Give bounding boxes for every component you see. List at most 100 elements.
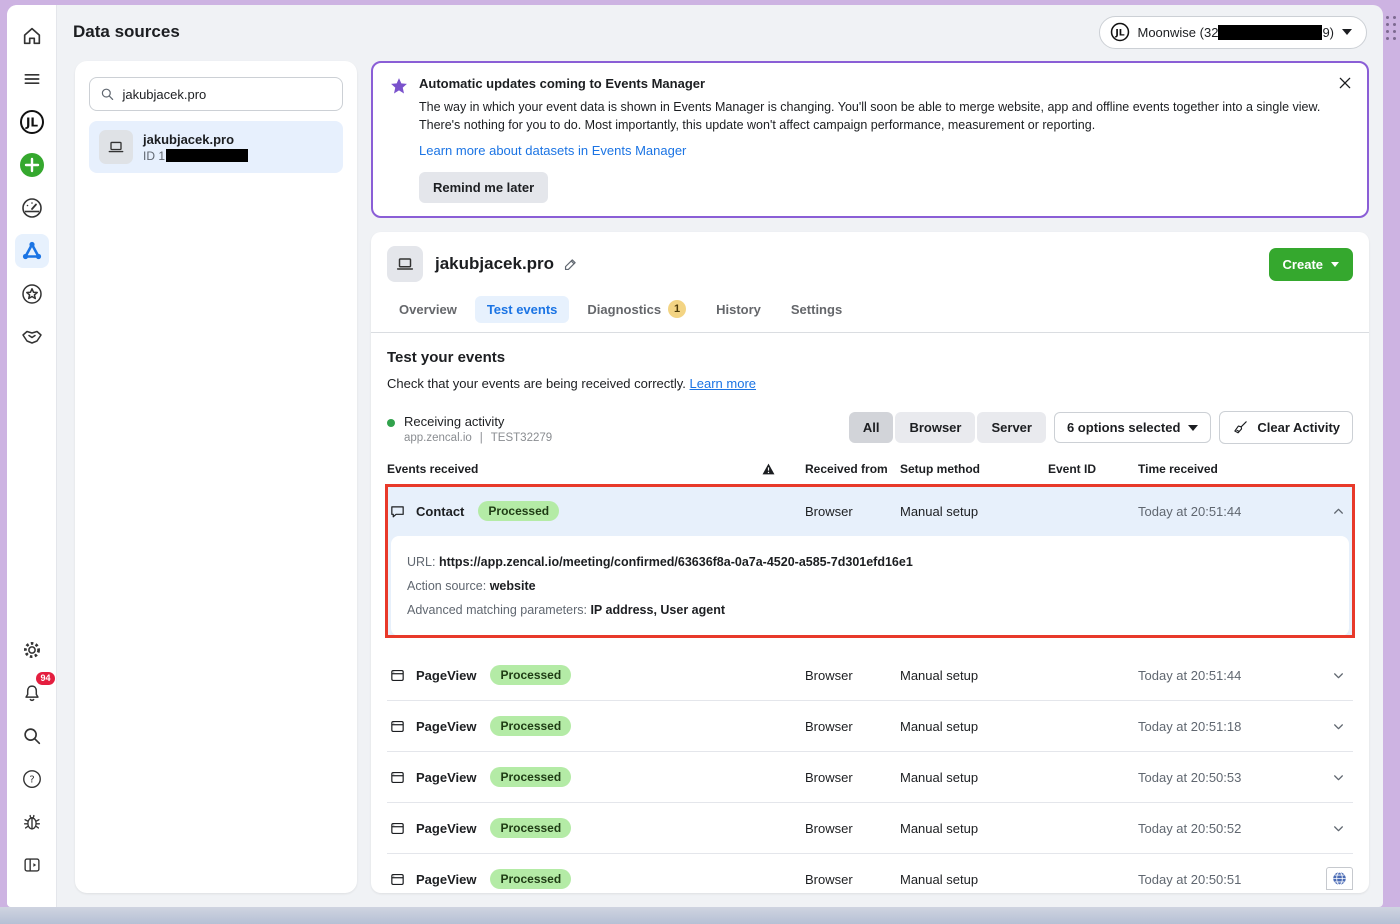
tab-bar: Overview Test events Diagnostics1 Histor… (371, 292, 1369, 333)
tab-settings[interactable]: Settings (779, 296, 854, 323)
star-circle-icon[interactable] (15, 277, 49, 311)
status-dot (387, 419, 395, 427)
event-row[interactable]: PageView Processed Browser Manual setup … (387, 701, 1353, 751)
browser-window-icon (389, 871, 406, 888)
home-icon[interactable] (15, 19, 49, 53)
page-title: Data sources (73, 22, 180, 42)
bug-report-icon[interactable] (15, 805, 49, 839)
setup-method-value: Manual setup (900, 504, 1048, 519)
chevron-down-icon[interactable] (1323, 771, 1353, 784)
clear-activity-button[interactable]: Clear Activity (1219, 411, 1353, 444)
event-row[interactable]: PageView Processed Browser Manual setup … (387, 650, 1353, 700)
time-received-value: Today at 20:50:53 (1138, 770, 1323, 785)
search-rail-icon[interactable] (15, 719, 49, 753)
laptop-icon (387, 246, 423, 282)
create-caret-icon (1331, 262, 1339, 267)
learn-more-link[interactable]: Learn more (690, 376, 756, 391)
status-badge: Processed (490, 767, 571, 787)
tab-overview[interactable]: Overview (387, 296, 469, 323)
redaction-bar (1218, 25, 1322, 40)
svg-text:JL: JL (24, 116, 37, 130)
events-table-rows: Contact Processed Browser Manual setup T… (387, 486, 1353, 893)
status-badge: Processed (490, 818, 571, 838)
pixel-name: jakubjacek.pro (435, 254, 554, 274)
options-dropdown[interactable]: 6 options selected (1054, 412, 1211, 443)
event-name: Contact (416, 504, 464, 519)
filter-browser-button[interactable]: Browser (895, 412, 975, 443)
time-received-value: Today at 20:51:18 (1138, 719, 1323, 734)
globe-status-icon[interactable] (1326, 867, 1353, 890)
remind-me-later-button[interactable]: Remind me later (419, 172, 548, 203)
dashboard-gauge-icon[interactable] (15, 191, 49, 225)
filter-all-button[interactable]: All (849, 412, 894, 443)
banner-learn-more-link[interactable]: Learn more about datasets in Events Mana… (419, 143, 686, 158)
event-row[interactable]: PageView Processed Browser Manual setup … (387, 854, 1353, 893)
receiving-activity-source: app.zencal.io|TEST32279 (404, 432, 552, 444)
received-from-value: Browser (805, 770, 900, 785)
business-account-name: Moonwise (329) (1138, 25, 1335, 40)
svg-text:?: ? (29, 775, 34, 786)
settings-gear-icon[interactable] (15, 633, 49, 667)
events-table: Events received Received from Setup meth… (371, 456, 1369, 893)
browser-window-icon (389, 718, 406, 735)
event-row[interactable]: PageView Processed Browser Manual setup … (387, 803, 1353, 853)
tab-diagnostics[interactable]: Diagnostics1 (575, 294, 698, 324)
desktop-bottom-strip (0, 907, 1400, 924)
filter-segment: All Browser Server (849, 412, 1046, 443)
add-icon[interactable] (15, 148, 49, 182)
search-box[interactable] (89, 77, 343, 111)
topbar: Data sources JL Moonwise (329) (57, 5, 1383, 59)
received-from-value: Browser (805, 504, 900, 519)
chevron-down-icon[interactable] (1323, 822, 1353, 835)
setup-method-value: Manual setup (900, 668, 1048, 683)
close-icon[interactable] (1337, 75, 1353, 91)
create-button[interactable]: Create (1269, 248, 1353, 281)
laptop-icon (99, 130, 133, 164)
data-source-list-item[interactable]: jakubjacek.pro ID 1 (89, 121, 343, 173)
account-caret-icon (1342, 29, 1352, 35)
search-input[interactable] (122, 87, 332, 102)
notifications-bell-icon[interactable]: 94 (15, 676, 49, 710)
status-badge: Processed (490, 869, 571, 889)
tab-test-events[interactable]: Test events (475, 296, 570, 323)
broom-icon (1232, 419, 1249, 436)
event-row-container: PageView Processed Browser Manual setup … (387, 854, 1353, 893)
edit-pencil-icon[interactable] (562, 256, 579, 273)
menu-icon[interactable] (15, 62, 49, 96)
time-received-value: Today at 20:50:51 (1138, 872, 1323, 887)
business-account-selector[interactable]: JL Moonwise (329) (1099, 16, 1368, 49)
banner-text: The way in which your event data is show… (419, 99, 1321, 134)
business-logo-small-icon: JL (1110, 22, 1130, 42)
events-table-header: Events received Received from Setup meth… (387, 456, 1353, 486)
event-name: PageView (416, 719, 476, 734)
event-row[interactable]: PageView Processed Browser Manual setup … (387, 752, 1353, 802)
filter-server-button[interactable]: Server (977, 412, 1045, 443)
banner-title: Automatic updates coming to Events Manag… (419, 76, 1321, 91)
event-details: URL: https://app.zencal.io/meeting/confi… (391, 536, 1349, 636)
tab-history[interactable]: History (704, 296, 773, 323)
time-received-value: Today at 20:51:44 (1138, 668, 1323, 683)
status-badge: Processed (490, 665, 571, 685)
chevron-down-icon[interactable] (1323, 669, 1353, 682)
business-logo-icon[interactable]: JL (15, 105, 49, 139)
data-sources-panel: jakubjacek.pro ID 1 (75, 61, 357, 893)
window-scrollbar[interactable] (1386, 16, 1396, 40)
help-icon[interactable]: ? (15, 762, 49, 796)
dropdown-caret-icon (1188, 425, 1198, 431)
event-row[interactable]: Contact Processed Browser Manual setup T… (387, 486, 1353, 536)
data-sources-icon[interactable] (15, 234, 49, 268)
event-row-container: PageView Processed Browser Manual setup … (387, 752, 1353, 803)
events-manager-window: JL 94 (7, 5, 1383, 907)
notification-badge: 94 (36, 672, 54, 685)
setup-method-value: Manual setup (900, 770, 1048, 785)
setup-method-value: Manual setup (900, 872, 1048, 887)
handshake-icon[interactable] (15, 320, 49, 354)
time-received-value: Today at 20:51:44 (1138, 504, 1323, 519)
chevron-down-icon[interactable] (1323, 505, 1353, 518)
pixel-card: jakubjacek.pro Create Overview Test even… (371, 232, 1369, 893)
chat-bubble-icon (389, 503, 406, 520)
received-from-value: Browser (805, 719, 900, 734)
collapse-sidebar-icon[interactable] (15, 848, 49, 882)
chevron-down-icon[interactable] (1323, 720, 1353, 733)
receiving-activity-label: Receiving activity (404, 414, 552, 429)
